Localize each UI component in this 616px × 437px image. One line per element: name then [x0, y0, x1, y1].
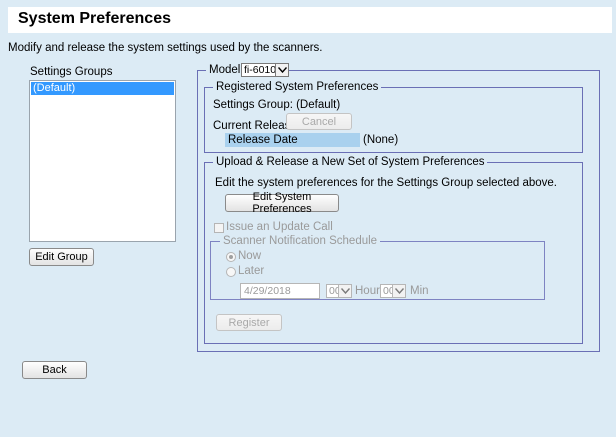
hour-label: Hour	[355, 285, 380, 297]
min-select[interactable]: 00	[380, 284, 406, 298]
settings-group-item-default[interactable]: (Default)	[31, 82, 174, 95]
back-button[interactable]: Back	[22, 361, 87, 379]
chevron-down-icon	[275, 64, 288, 76]
register-button[interactable]: Register	[216, 314, 282, 331]
model-select[interactable]: fi-6010N	[241, 63, 289, 77]
model-label: Model:	[209, 64, 244, 76]
release-date-label: Release Date	[225, 133, 360, 147]
radio-selected-dot	[229, 255, 233, 259]
registered-legend: Registered System Preferences	[213, 80, 382, 94]
edit-system-preferences-button[interactable]: Edit System Preferences	[225, 191, 339, 215]
issue-update-checkbox[interactable]	[214, 223, 224, 233]
release-date-value: (None)	[363, 134, 399, 146]
current-release-label: Current Release	[213, 120, 297, 132]
now-label: Now	[238, 250, 262, 262]
edit-group-button[interactable]: Edit Group	[29, 248, 94, 266]
page-description: Modify and release the system settings u…	[8, 42, 323, 54]
date-field[interactable]: 4/29/2018	[240, 283, 320, 299]
settings-groups-label: Settings Groups	[30, 66, 113, 78]
settings-groups-list[interactable]: (Default)	[29, 80, 176, 242]
upload-legend: Upload & Release a New Set of System Pre…	[213, 155, 488, 169]
settings-group-text: Settings Group: (Default)	[213, 99, 341, 111]
schedule-legend: Scanner Notification Schedule	[220, 234, 381, 248]
min-label: Min	[410, 285, 429, 297]
chevron-down-icon	[392, 285, 405, 297]
later-label: Later	[238, 265, 265, 277]
chevron-down-icon	[338, 285, 351, 297]
hour-select[interactable]: 00	[326, 284, 352, 298]
now-radio[interactable]	[226, 252, 236, 262]
cancel-button[interactable]: Cancel	[286, 113, 352, 130]
later-radio[interactable]	[226, 267, 236, 277]
page-title: System Preferences	[18, 10, 171, 27]
issue-update-label: Issue an Update Call	[226, 221, 333, 233]
upload-instruction: Edit the system preferences for the Sett…	[215, 177, 557, 189]
